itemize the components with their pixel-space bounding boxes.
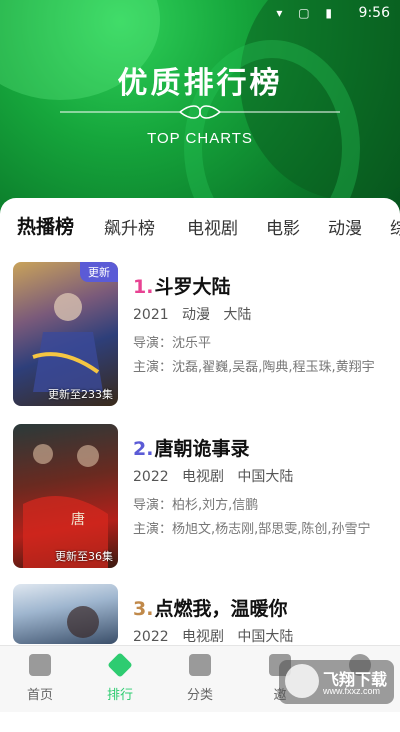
poster-art: [32, 293, 103, 392]
tab-rising[interactable]: 飙升榜: [104, 214, 155, 239]
cast: 主演：杨旭文,杨志刚,郜思雯,陈创,孙雪宁: [133, 522, 371, 537]
cast: 主演：沈磊,翟巍,吴磊,陶典,程玉珠,黄翔宇: [133, 360, 375, 375]
item-title[interactable]: 3.点燃我，温暖你: [133, 594, 287, 621]
tab-tv[interactable]: 电视剧: [187, 214, 238, 239]
rank-number: 3.: [133, 598, 154, 620]
page-subtitle: TOP CHARTS: [147, 130, 253, 147]
item-title[interactable]: 1.斗罗大陆: [133, 272, 230, 299]
hero-banner: ▾ ▢ ▮ 9:56 优质排行榜 TOP CHARTS: [0, 0, 400, 215]
genre: 电视剧: [182, 629, 224, 645]
list-item[interactable]: 唐 更新至36集 2.唐朝诡事录 2022 电视剧 中国大陆 导演：柏杉,刘方,…: [0, 424, 400, 572]
status-bar: ▾ ▢ ▮ 9:56: [0, 0, 400, 28]
nav-rank[interactable]: 排行: [90, 652, 150, 703]
rank-number: 2.: [133, 438, 154, 460]
status-time: 9:56: [358, 5, 390, 21]
watermark-logo-icon: [285, 664, 319, 698]
rank-icon: [107, 652, 133, 678]
episode-label: 更新至36集: [55, 550, 113, 563]
home-icon: [29, 654, 51, 676]
nav-home[interactable]: 首页: [10, 654, 70, 703]
folder-icon: [189, 654, 211, 676]
site-watermark: 飞翔下载 www.fxxz.com: [279, 660, 394, 704]
item-meta: 2021 动漫 大陆: [133, 304, 251, 324]
rank-number: 1.: [133, 276, 154, 298]
watermark-url: www.fxxz.com: [323, 686, 381, 696]
episode-label: 更新至233集: [48, 388, 113, 401]
tab-movie[interactable]: 电影: [266, 214, 300, 239]
item-meta: 2022 电视剧 中国大陆: [133, 466, 293, 486]
list-item[interactable]: 更新 更新至233集 1.斗罗大陆 2021 动漫 大陆 导演：沈乐平 主演：沈…: [0, 262, 400, 410]
ranking-tabs: 热播榜 飙升榜 电视剧 电影 动漫 综: [0, 212, 400, 252]
title-text: 唐朝诡事录: [154, 438, 250, 460]
genre: 动漫: [182, 307, 210, 323]
update-badge: 更新: [80, 262, 118, 282]
nav-label: 分类: [186, 688, 213, 703]
ornament-divider: [60, 105, 340, 119]
genre: 电视剧: [182, 469, 224, 485]
ranking-panel: 热播榜 飙升榜 电视剧 电影 动漫 综 更新 更新至233集 1.斗罗大陆 20…: [0, 198, 400, 711]
title-text: 斗罗大陆: [154, 276, 231, 298]
poster-art: 唐: [23, 444, 108, 568]
director: 导演：柏杉,刘方,信鹏: [133, 498, 259, 513]
item-title[interactable]: 2.唐朝诡事录: [133, 434, 249, 461]
region: 大陆: [223, 307, 252, 323]
status-icons: ▾ ▢ ▮: [276, 6, 338, 20]
poster-image[interactable]: 更新 更新至233集: [13, 262, 118, 406]
region: 中国大陆: [237, 469, 294, 485]
title-text: 点燃我，温暖你: [154, 598, 288, 620]
poster-image[interactable]: 唐 更新至36集: [13, 424, 118, 568]
page-title: 优质排行榜: [117, 66, 283, 101]
tab-variety[interactable]: 综: [390, 214, 400, 239]
region: 中国大陆: [237, 629, 294, 645]
tab-hot[interactable]: 热播榜: [17, 212, 74, 239]
director: 导演：沈乐平: [133, 336, 212, 351]
item-meta: 2022 电视剧 中国大陆: [133, 626, 293, 646]
poster-image[interactable]: [13, 584, 118, 644]
poster-art: [67, 606, 99, 638]
nav-label: 首页: [26, 688, 53, 703]
tab-anime[interactable]: 动漫: [328, 214, 362, 239]
year: 2021: [133, 307, 169, 323]
year: 2022: [133, 469, 169, 485]
year: 2022: [133, 629, 169, 645]
nav-category[interactable]: 分类: [170, 654, 230, 703]
nav-label: 排行: [106, 688, 133, 703]
svg-text:唐: 唐: [71, 511, 85, 528]
